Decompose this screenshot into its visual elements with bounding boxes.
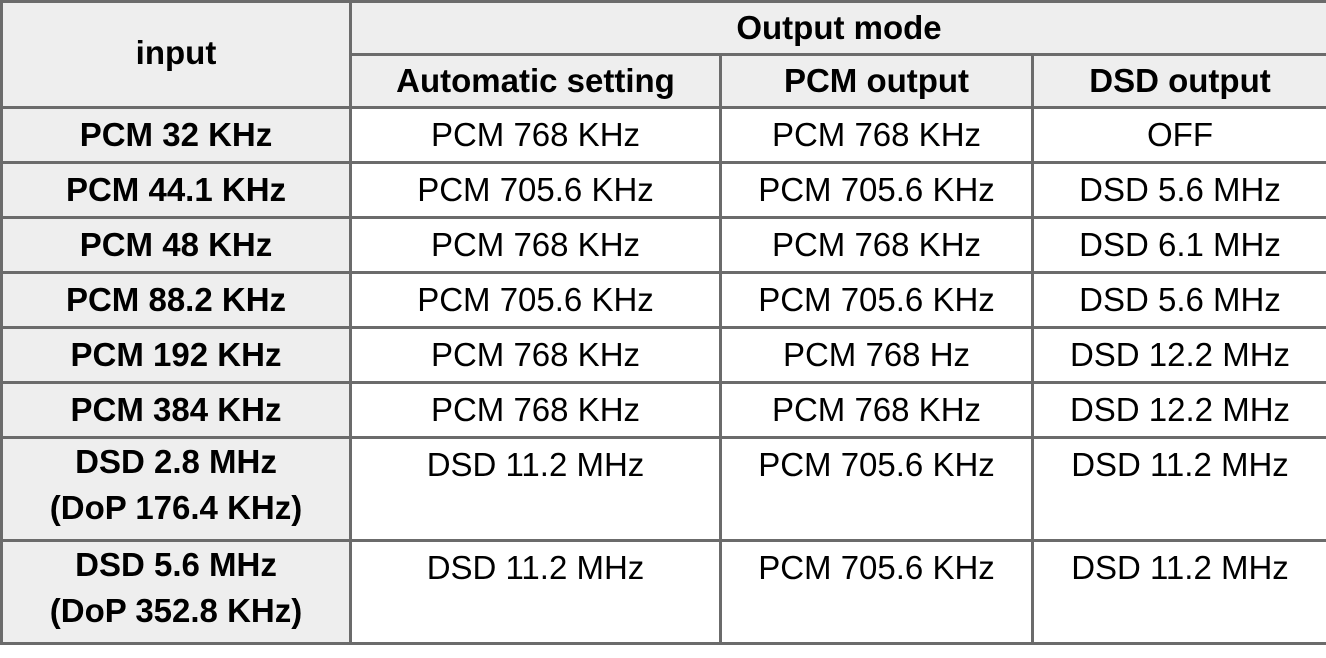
pcm-cell: PCM 705.6 KHz [719, 161, 1034, 219]
header-row-group: input Output mode [0, 0, 1326, 109]
pcm-cell: PCM 705.6 KHz [719, 271, 1034, 329]
automatic-cell: DSD 11.2 MHz [349, 539, 722, 645]
input-cell: DSD 2.8 MHz (DoP 176.4 KHz) [0, 436, 352, 542]
table-row: PCM 44.1 KHz PCM 705.6 KHz PCM 705.6 KHz… [0, 161, 1326, 219]
input-cell: PCM 44.1 KHz [0, 161, 352, 219]
input-cell-sub: (DoP 176.4 KHz) [49, 489, 303, 526]
input-cell-sub: (DoP 352.8 KHz) [49, 592, 303, 629]
input-cell: DSD 5.6 MHz (DoP 352.8 KHz) [0, 539, 352, 645]
table-row: PCM 48 KHz PCM 768 KHz PCM 768 KHz DSD 6… [0, 216, 1326, 274]
pcm-cell: PCM 768 KHz [719, 216, 1034, 274]
table-row: DSD 5.6 MHz (DoP 352.8 KHz) DSD 11.2 MHz… [0, 539, 1326, 645]
automatic-cell: PCM 705.6 KHz [349, 271, 722, 329]
automatic-setting-header: Automatic setting [349, 53, 722, 109]
pcm-cell: PCM 768 KHz [719, 381, 1034, 439]
table-row: DSD 2.8 MHz (DoP 176.4 KHz) DSD 11.2 MHz… [0, 436, 1326, 542]
output-mode-table: input Output mode Automatic setting PCM … [0, 0, 1326, 645]
dsd-cell: DSD 11.2 MHz [1031, 436, 1326, 542]
automatic-cell: DSD 11.2 MHz [349, 436, 722, 542]
dsd-cell: DSD 12.2 MHz [1031, 381, 1326, 439]
automatic-cell: PCM 768 KHz [349, 381, 722, 439]
output-mode-header: Output mode [349, 0, 1326, 56]
input-cell: PCM 192 KHz [0, 326, 352, 384]
automatic-cell: PCM 705.6 KHz [349, 161, 722, 219]
table-row: PCM 192 KHz PCM 768 KHz PCM 768 Hz DSD 1… [0, 326, 1326, 384]
table-row: PCM 32 KHz PCM 768 KHz PCM 768 KHz OFF [0, 106, 1326, 164]
pcm-cell: PCM 705.6 KHz [719, 539, 1034, 645]
input-cell: PCM 384 KHz [0, 381, 352, 439]
pcm-output-header: PCM output [719, 53, 1034, 109]
dsd-cell: OFF [1031, 106, 1326, 164]
dsd-cell: DSD 5.6 MHz [1031, 271, 1326, 329]
input-column-header: input [0, 0, 352, 109]
automatic-cell: PCM 768 KHz [349, 106, 722, 164]
table-row: PCM 88.2 KHz PCM 705.6 KHz PCM 705.6 KHz… [0, 271, 1326, 329]
input-cell: PCM 48 KHz [0, 216, 352, 274]
input-cell: PCM 32 KHz [0, 106, 352, 164]
automatic-cell: PCM 768 KHz [349, 326, 722, 384]
dsd-output-header: DSD output [1031, 53, 1326, 109]
dsd-cell: DSD 12.2 MHz [1031, 326, 1326, 384]
dsd-cell: DSD 11.2 MHz [1031, 539, 1326, 645]
input-cell-main: DSD 5.6 MHz [75, 546, 277, 583]
input-cell-main: DSD 2.8 MHz [75, 443, 277, 480]
dsd-cell: DSD 6.1 MHz [1031, 216, 1326, 274]
automatic-cell: PCM 768 KHz [349, 216, 722, 274]
pcm-cell: PCM 768 KHz [719, 106, 1034, 164]
dsd-cell: DSD 5.6 MHz [1031, 161, 1326, 219]
table-row: PCM 384 KHz PCM 768 KHz PCM 768 KHz DSD … [0, 381, 1326, 439]
input-cell: PCM 88.2 KHz [0, 271, 352, 329]
pcm-cell: PCM 768 Hz [719, 326, 1034, 384]
pcm-cell: PCM 705.6 KHz [719, 436, 1034, 542]
